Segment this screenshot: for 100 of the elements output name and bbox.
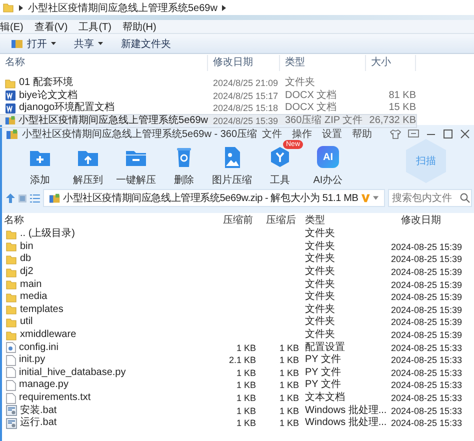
file-type: DOCX 文档 xyxy=(284,102,338,114)
column-header[interactable]: 大小 xyxy=(366,55,416,71)
menu-item[interactable]: 帮助(H) xyxy=(122,20,156,34)
toolbar-button[interactable]: 删除 xyxy=(160,143,208,189)
file-name: 安装.bat xyxy=(20,404,57,416)
original-size: 1 KB xyxy=(235,404,256,417)
modified-date: 2024-08-25 15:33 xyxy=(391,342,464,354)
modified-date: 2024/8/25 15:18 xyxy=(212,102,280,114)
toolbar-button[interactable]: AI AI办公 xyxy=(304,143,352,189)
menu-item[interactable]: 辑(E) xyxy=(0,20,24,34)
file-type: 文件夹 xyxy=(284,77,316,90)
original-size: 1 KB xyxy=(235,417,256,430)
modified-date: 2024-08-25 15:39 xyxy=(391,253,464,266)
file-type: Windows 批处理... xyxy=(304,404,388,416)
file-type: Windows 批处理... xyxy=(304,417,388,430)
toolbar-button[interactable]: 新建文件夹 xyxy=(115,35,177,52)
archive-icon xyxy=(6,128,18,140)
compressed-size: 1 KB xyxy=(278,404,299,417)
file-name: biye论文文档 xyxy=(19,90,78,102)
column-header[interactable]: 类型 xyxy=(280,55,366,71)
file-type: PY 文件 xyxy=(304,354,342,366)
toolbar-button[interactable]: 图片压缩 xyxy=(208,143,256,189)
file-type: 文件夹 xyxy=(304,316,336,328)
modified-date: 2024-08-25 15:33 xyxy=(391,404,464,417)
original-size: 1 KB xyxy=(235,392,256,404)
toolbar-button[interactable]: 解压到 xyxy=(64,143,112,189)
file-name: initial_hive_database.py xyxy=(19,366,126,379)
archive-icon xyxy=(48,192,60,204)
file-name: main xyxy=(20,278,42,291)
column-header[interactable]: 修改日期 xyxy=(391,214,474,226)
toolbar-button[interactable]: 添加 xyxy=(16,143,64,189)
menu-item[interactable]: 查看(V) xyxy=(34,20,68,34)
file-name: .. (上级目录) xyxy=(20,228,75,240)
modified-date: 2024/8/25 15:39 xyxy=(212,114,280,127)
up-arrow-icon[interactable] xyxy=(6,193,15,203)
file-type: PY 文件 xyxy=(304,366,342,378)
file-size: 26,732 KB xyxy=(368,114,416,127)
file-row[interactable]: 01 配套环境 2024/8/25 21:09 文件夹 xyxy=(0,77,416,90)
folder-icon xyxy=(6,241,17,252)
word-icon xyxy=(5,102,16,114)
menu-item[interactable]: 帮助 xyxy=(352,127,372,141)
file-name: 运行.bat xyxy=(20,417,57,430)
toolbar-button[interactable]: 共享 xyxy=(68,35,109,52)
file-name: util xyxy=(20,316,33,328)
archive-path: 小型社区疫情期间应急线上管理系统5e69w.zip - 解包大小为 51.1 MB xyxy=(62,192,358,205)
file-name: init.py xyxy=(19,354,46,366)
file-name: 01 配套环境 xyxy=(19,77,73,90)
archive-icon xyxy=(5,115,16,126)
column-header[interactable]: 压缩前 xyxy=(204,214,256,226)
modified-date: 2024-08-25 15:33 xyxy=(391,379,464,392)
file-type: 配置设置 xyxy=(304,342,346,354)
original-size: 2.1 KB xyxy=(228,354,256,366)
column-header[interactable]: 压缩后 xyxy=(256,214,299,226)
thumbnail-view-icon[interactable] xyxy=(18,194,27,202)
file-type: 360压缩 ZIP 文件 xyxy=(284,114,364,127)
toolbar-button[interactable]: 打开 xyxy=(5,35,62,52)
settings-file-icon xyxy=(6,342,16,354)
file-row[interactable]: biye论文文档 2024/8/25 15:17 DOCX 文档 81 KB xyxy=(0,90,416,102)
modified-date: 2024/8/25 21:09 xyxy=(212,77,280,90)
v-logo-icon xyxy=(361,193,370,203)
maximize-icon[interactable] xyxy=(443,129,453,139)
column-header[interactable]: 修改日期 xyxy=(208,55,280,71)
file-type: PY 文件 xyxy=(304,379,342,392)
original-size: 1 KB xyxy=(235,342,256,354)
file-row[interactable]: djanogo环境配置文档 2024/8/25 15:18 DOCX 文档 15 KB xyxy=(0,102,416,114)
ai-icon: AI xyxy=(317,146,339,168)
menu-item[interactable]: 设置 xyxy=(322,127,342,141)
message-icon[interactable] xyxy=(408,129,419,139)
file-icon xyxy=(6,354,16,366)
file-name: manage.py xyxy=(19,379,68,392)
modified-date: 2024-08-25 15:33 xyxy=(391,354,464,366)
column-header[interactable]: 类型 xyxy=(299,214,391,226)
file-type: 文件夹 xyxy=(304,240,336,252)
modified-date: 2024-08-25 15:33 xyxy=(391,392,464,404)
close-icon[interactable] xyxy=(460,129,470,139)
column-header[interactable]: 名称 xyxy=(2,214,204,226)
file-icon xyxy=(6,392,16,404)
menu-item[interactable]: 操作 xyxy=(292,127,312,141)
breadcrumb-arrow-icon[interactable] xyxy=(222,4,226,10)
breadcrumb-item[interactable]: 小型社区疫情期间应急线上管理系统5e69w xyxy=(28,0,218,14)
word-icon xyxy=(5,90,16,102)
file-name: media xyxy=(20,291,48,304)
compressed-size: 1 KB xyxy=(278,354,299,366)
modified-date: 2024-08-25 15:39 xyxy=(391,278,464,291)
file-type: 文件夹 xyxy=(304,228,336,240)
caret-icon xyxy=(51,42,56,45)
column-header[interactable]: 名称 xyxy=(0,55,208,71)
search-field[interactable]: 搜索包内文件 xyxy=(388,189,472,207)
modified-date: 2024-08-25 15:39 xyxy=(391,316,464,328)
address-bar[interactable]: 小型社区疫情期间应急线上管理系统5e69w.zip - 解包大小为 51.1 MB xyxy=(42,189,386,207)
shirt-icon[interactable] xyxy=(390,129,401,139)
menu-item[interactable]: 文件 xyxy=(262,127,282,141)
batch-file-icon xyxy=(6,418,17,429)
file-name: djanogo环境配置文档 xyxy=(19,102,115,114)
folder-icon xyxy=(6,254,17,265)
modified-date: 2024-08-25 15:39 xyxy=(391,329,464,342)
caret-icon[interactable] xyxy=(373,196,380,200)
list-view-icon[interactable] xyxy=(30,194,40,202)
menu-item[interactable]: 工具(T) xyxy=(78,20,112,34)
toolbar-button[interactable]: 一键解压 xyxy=(112,143,160,189)
